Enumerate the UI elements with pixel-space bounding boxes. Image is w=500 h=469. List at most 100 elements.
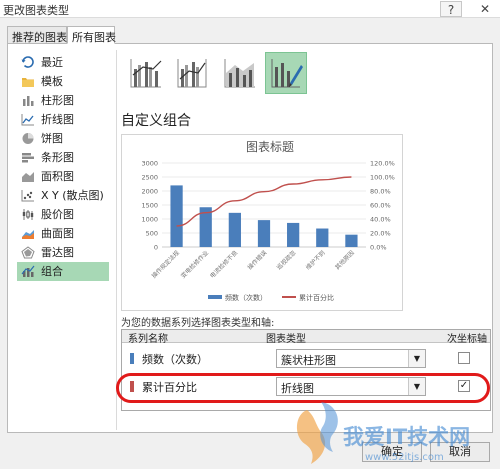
category-label: 饼图 — [41, 132, 63, 145]
stock-chart-icon — [22, 209, 34, 220]
chevron-down-icon[interactable]: ▼ — [408, 350, 425, 367]
cancel-button[interactable]: 取消 — [430, 442, 490, 462]
title-bar: 更改图表类型 ? ✕ — [0, 0, 500, 18]
category-line[interactable]: 折线图 — [17, 110, 109, 129]
series-color-swatch — [130, 381, 134, 392]
subtype-custom-combination[interactable] — [265, 52, 307, 94]
y-tick-label: 2500 — [141, 174, 158, 182]
tab-all-charts[interactable]: 所有图表 — [67, 26, 116, 44]
help-button[interactable]: ? — [440, 1, 462, 17]
category-bar[interactable]: 条形图 — [17, 148, 109, 167]
series-name: 累计百分比 — [142, 381, 197, 394]
combo-chart-icon — [21, 265, 35, 277]
bar — [228, 212, 241, 247]
x-tick-label: 操作错误 — [246, 249, 269, 272]
column-chart-icon — [23, 96, 34, 106]
scatter-chart-icon — [21, 190, 34, 202]
column-line-secondary-icon — [177, 59, 207, 88]
series-row-cumulative: 累计百分比 折线图 ▼ ✓ — [122, 374, 490, 400]
tab-recommended-charts[interactable]: 推荐的图表 — [7, 26, 67, 44]
category-area[interactable]: 面积图 — [17, 167, 109, 186]
radar-chart-icon — [21, 246, 35, 259]
subtype-column-line[interactable] — [124, 52, 166, 94]
area-column-icon — [224, 59, 255, 88]
chart-preview: 图表标题 0 500 1000 1500 2000 2500 3000 0.0% 20.0% 4… — [121, 134, 403, 311]
category-pie[interactable]: 饼图 — [17, 129, 109, 148]
y2-tick-label: 80.0% — [370, 188, 391, 196]
legend-label-line: 累计百分比 — [299, 293, 334, 302]
custom-combination-icon — [271, 59, 303, 88]
category-combo[interactable]: 组合 — [17, 262, 109, 281]
x-tick-label: 电流检修不良 — [208, 249, 239, 280]
y2-tick-label: 60.0% — [370, 202, 391, 210]
bar-series — [170, 185, 358, 247]
y2-tick-label: 0.0% — [370, 244, 387, 252]
category-surface[interactable]: 曲面图 — [17, 224, 109, 243]
category-label: 股价图 — [41, 208, 74, 221]
category-label: 条形图 — [41, 151, 74, 164]
recent-icon — [21, 56, 34, 68]
category-label: 模板 — [41, 75, 63, 88]
x-tick-label: 其他原因 — [333, 249, 356, 272]
pie-chart-icon — [22, 133, 34, 144]
chart-type-value: 簇状柱形图 — [281, 354, 336, 367]
x-tick-label: 维护不到 — [304, 249, 327, 272]
combo-heading: 自定义组合 — [121, 113, 191, 129]
chart-type-dropdown[interactable]: 簇状柱形图 ▼ — [276, 349, 426, 368]
ok-button[interactable]: 确定 — [362, 442, 422, 462]
column-line-icon — [130, 59, 162, 88]
category-recent[interactable]: 最近 — [17, 53, 109, 72]
window-title: 更改图表类型 — [3, 4, 69, 17]
chart-type-value: 折线图 — [281, 382, 314, 395]
subtype-column-line-secondary[interactable] — [171, 52, 213, 94]
series-table: 系列名称 图表类型 次坐标轴 频数（次数） 簇状柱形图 ▼ 累计百分比 折线图 … — [121, 329, 491, 411]
x-axis-tick-labels: 操作规定法规变电检修作业电流检修不良 操作错误 巡视疏忽 维护不到 其他原因 — [150, 249, 356, 280]
y2-tick-label: 20.0% — [370, 230, 391, 238]
chart-category-list: 最近 模板 柱形图 折线图 饼图 条形图 面积图 X Y (散点图) 股价图 曲… — [17, 53, 109, 281]
category-column[interactable]: 柱形图 — [17, 91, 109, 110]
chart-type-dropdown[interactable]: 折线图 ▼ — [276, 377, 426, 396]
secondary-axis-checkbox[interactable]: ✓ — [458, 380, 470, 392]
series-table-header: 系列名称 图表类型 次坐标轴 — [122, 330, 490, 345]
header-chart-type: 图表类型 — [266, 334, 306, 345]
header-series-name: 系列名称 — [128, 334, 168, 345]
category-stock[interactable]: 股价图 — [17, 205, 109, 224]
category-label: 曲面图 — [41, 227, 74, 240]
y-tick-label: 0 — [154, 244, 158, 252]
chart-title: 图表标题 — [246, 140, 294, 154]
category-label: 折线图 — [41, 113, 74, 126]
surface-chart-icon — [22, 230, 34, 239]
bar — [316, 228, 329, 247]
chart-legend: 频数（次数） 累计百分比 — [208, 293, 334, 302]
category-scatter[interactable]: X Y (散点图) — [17, 186, 109, 205]
bar-chart-icon — [22, 153, 34, 163]
divider — [116, 50, 117, 430]
y2-tick-label: 100.0% — [370, 174, 395, 182]
bar — [345, 234, 358, 247]
x-tick-label: 操作规定法规 — [150, 249, 181, 280]
line-chart-icon — [21, 114, 34, 126]
bar — [287, 222, 300, 247]
category-label: 面积图 — [41, 170, 74, 183]
y-tick-label: 1500 — [141, 202, 158, 210]
category-label: 组合 — [41, 265, 63, 278]
y-tick-label: 3000 — [141, 160, 158, 168]
close-button[interactable]: ✕ — [474, 1, 496, 17]
bar — [170, 185, 183, 247]
subtype-area-column[interactable] — [218, 52, 260, 94]
combo-chart: 图表标题 0 500 1000 1500 2000 2500 3000 0.0% 20.0% 4… — [141, 140, 395, 302]
category-label: 最近 — [41, 56, 63, 69]
y-tick-label: 1000 — [141, 216, 158, 224]
series-row-frequency: 频数（次数） 簇状柱形图 ▼ — [122, 346, 490, 372]
secondary-axis-checkbox[interactable] — [458, 352, 470, 364]
y-tick-label: 2000 — [141, 188, 158, 196]
series-name: 频数（次数） — [142, 353, 208, 366]
category-templates[interactable]: 模板 — [17, 72, 109, 91]
category-label: 柱形图 — [41, 94, 74, 107]
secondary-y-axis-tick-labels: 0.0% 20.0% 40.0% 60.0% 80.0% 100.0% 120.0% — [370, 160, 395, 252]
legend-swatch-bar — [208, 295, 222, 299]
y-axis-tick-labels: 0 500 1000 1500 2000 2500 3000 — [141, 160, 158, 252]
chevron-down-icon[interactable]: ▼ — [408, 378, 425, 395]
y2-tick-label: 40.0% — [370, 216, 391, 224]
category-radar[interactable]: 雷达图 — [17, 243, 109, 262]
